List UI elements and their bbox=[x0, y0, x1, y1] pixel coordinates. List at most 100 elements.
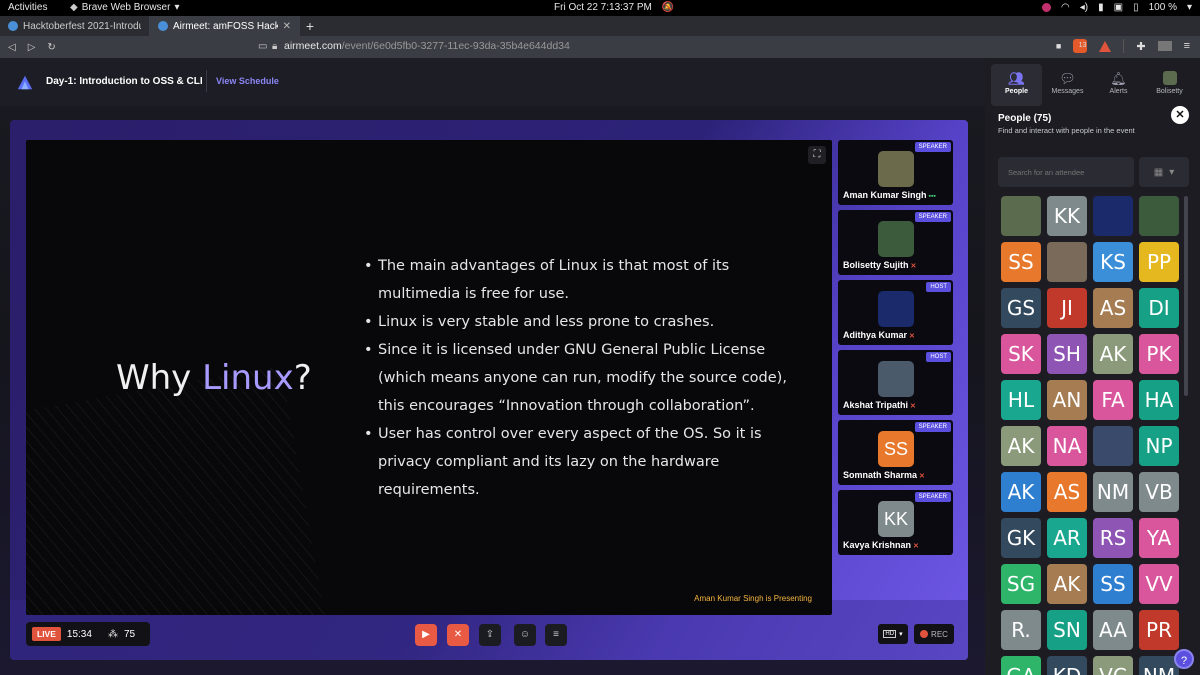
settings-button[interactable]: ≡ bbox=[545, 624, 567, 646]
brave-rewards-icon[interactable] bbox=[1099, 40, 1112, 52]
attendee-avatar[interactable]: SS bbox=[1001, 242, 1041, 282]
record-button[interactable]: REC bbox=[914, 624, 954, 644]
extensions-icon[interactable]: ✚ bbox=[1136, 40, 1145, 53]
attendee-avatar[interactable]: AS bbox=[1093, 288, 1133, 328]
attendee-avatar[interactable]: HA bbox=[1139, 380, 1179, 420]
speaker-tile[interactable]: SPEAKER Bolisetty Sujith ✕ bbox=[838, 210, 953, 275]
speaker-tile[interactable]: HOST Akshat Tripathi ✕ bbox=[838, 350, 953, 415]
new-tab-button[interactable]: + bbox=[300, 16, 320, 36]
menu-icon[interactable]: ≡ bbox=[1184, 40, 1190, 52]
attendee-search-input[interactable] bbox=[998, 157, 1134, 187]
speaker-tile[interactable]: SPEAKER KK Kavya Krishnan ✕ bbox=[838, 490, 953, 555]
mic-off-button[interactable]: ✕ bbox=[447, 624, 469, 646]
attendee-avatar[interactable]: VC bbox=[1093, 656, 1133, 675]
share-screen-button[interactable]: ⇪ bbox=[479, 624, 501, 646]
attendee-avatar[interactable]: PP bbox=[1139, 242, 1179, 282]
people-icon: 👥︎ bbox=[1008, 71, 1025, 86]
attendee-avatar[interactable]: VV bbox=[1139, 564, 1179, 604]
profile-avatar[interactable] bbox=[1157, 41, 1172, 51]
attendee-avatar[interactable]: R. bbox=[1001, 610, 1041, 650]
tab-messages[interactable]: 💬︎ Messages bbox=[1042, 64, 1093, 106]
attendee-avatar[interactable]: GK bbox=[1001, 518, 1041, 558]
view-schedule-link[interactable]: View Schedule bbox=[216, 76, 279, 86]
help-icon[interactable]: ? bbox=[1174, 649, 1194, 669]
clock[interactable]: Fri Oct 22 7:13:37 PM 🔕 bbox=[554, 2, 674, 13]
attendee-avatar[interactable]: SN bbox=[1047, 610, 1087, 650]
attendee-avatar[interactable]: SH bbox=[1047, 334, 1087, 374]
attendee-avatar[interactable]: DI bbox=[1139, 288, 1179, 328]
attendee-avatar[interactable]: KS bbox=[1093, 242, 1133, 282]
camera-icon[interactable]: ■ bbox=[1056, 41, 1061, 51]
audio-level-icon: ▪▪▪ bbox=[926, 193, 936, 200]
attendee-avatar[interactable]: VB bbox=[1139, 472, 1179, 512]
avatar: SS bbox=[878, 431, 914, 467]
attendee-avatar[interactable] bbox=[1139, 196, 1179, 236]
attendee-avatar[interactable]: SS bbox=[1093, 564, 1133, 604]
tab-people[interactable]: 👥︎ People bbox=[991, 64, 1042, 106]
scrollbar[interactable] bbox=[1184, 196, 1188, 396]
browser-tab[interactable]: Airmeet: amFOSS Hackt ✕ bbox=[150, 16, 300, 36]
attendee-avatar[interactable] bbox=[1001, 196, 1041, 236]
camera-off-button[interactable]: ▶︎ bbox=[415, 624, 437, 646]
attendee-avatar[interactable]: AK bbox=[1001, 426, 1041, 466]
avatar: KK bbox=[878, 501, 914, 537]
attendee-avatar[interactable] bbox=[1047, 242, 1087, 282]
forward-icon[interactable]: ▷ bbox=[28, 42, 36, 53]
attendee-avatar[interactable]: AK bbox=[1047, 564, 1087, 604]
system-tray[interactable]: ◠ ◂) ▮ ▣ ▯ 100 % ▾ bbox=[1042, 2, 1192, 13]
attendee-avatar[interactable]: NM bbox=[1139, 656, 1179, 675]
slide-bullet-text: Linux is very stable and less prone to c… bbox=[378, 314, 715, 330]
close-icon[interactable]: ✕ bbox=[283, 21, 291, 32]
url-field[interactable]: airmeet.com/event/6e0d5fb0-3277-11ec-93d… bbox=[284, 40, 570, 52]
app-menu[interactable]: ◆ Brave Web Browser ▾ bbox=[70, 2, 179, 13]
attendee-avatar[interactable]: NP bbox=[1139, 426, 1179, 466]
attendee-avatar[interactable]: NM bbox=[1093, 472, 1133, 512]
attendee-avatar[interactable]: HL bbox=[1001, 380, 1041, 420]
attendee-avatar[interactable]: KD bbox=[1047, 656, 1087, 675]
attendee-avatar[interactable]: GA bbox=[1001, 656, 1041, 675]
speaker-name: Akshat Tripathi bbox=[843, 400, 909, 410]
attendee-avatar[interactable] bbox=[1093, 426, 1133, 466]
people-icon: ⁂ bbox=[107, 628, 118, 640]
attendee-avatar[interactable]: PR bbox=[1139, 610, 1179, 650]
activities-button[interactable]: Activities bbox=[8, 2, 47, 13]
reactions-button[interactable]: ☺ bbox=[514, 624, 536, 646]
attendee-avatar[interactable]: JI bbox=[1047, 288, 1087, 328]
attendee-avatar[interactable]: AK bbox=[1001, 472, 1041, 512]
attendee-avatar[interactable]: SK bbox=[1001, 334, 1041, 374]
speaker-tile[interactable]: SPEAKER Aman Kumar Singh ▪▪▪ bbox=[838, 140, 953, 205]
back-icon[interactable]: ◁ bbox=[8, 42, 16, 53]
attendee-avatar[interactable]: AR bbox=[1047, 518, 1087, 558]
role-badge: SPEAKER bbox=[914, 492, 951, 502]
attendee-avatar[interactable]: RS bbox=[1093, 518, 1133, 558]
attendee-avatar[interactable]: AN bbox=[1047, 380, 1087, 420]
tab-alerts[interactable]: 🔔︎ Alerts bbox=[1093, 64, 1144, 106]
view-toggle[interactable]: ▦ ▾ bbox=[1139, 157, 1189, 187]
close-icon[interactable]: ✕ bbox=[1171, 106, 1189, 124]
speaker-tile[interactable]: SPEAKER SS Somnath Sharma ✕ bbox=[838, 420, 953, 485]
bookmark-icon[interactable]: ▭ bbox=[258, 41, 267, 52]
attendee-avatar[interactable]: FA bbox=[1093, 380, 1133, 420]
quality-selector[interactable]: HD ▾ bbox=[878, 624, 908, 644]
attendee-avatar[interactable]: GS bbox=[1001, 288, 1041, 328]
attendee-avatar[interactable]: YA bbox=[1139, 518, 1179, 558]
attendee-avatar[interactable]: NA bbox=[1047, 426, 1087, 466]
avatar bbox=[878, 221, 914, 257]
fullscreen-icon[interactable]: ⛶ bbox=[808, 146, 826, 164]
attendee-avatar[interactable]: KK bbox=[1047, 196, 1087, 236]
chevron-down-icon: ▾ bbox=[899, 631, 903, 638]
attendee-avatar[interactable]: PK bbox=[1139, 334, 1179, 374]
live-badge: LIVE bbox=[32, 627, 61, 641]
slide-title-prefix: Why bbox=[116, 358, 203, 398]
attendee-avatar[interactable]: AK bbox=[1093, 334, 1133, 374]
attendee-avatar[interactable]: AA bbox=[1093, 610, 1133, 650]
browser-tab[interactable]: Hacktoberfest 2021-Introduc bbox=[0, 16, 150, 36]
speaker-tile[interactable]: HOST Adithya Kumar ✕ bbox=[838, 280, 953, 345]
favicon-icon bbox=[8, 21, 18, 31]
attendee-avatar[interactable] bbox=[1093, 196, 1133, 236]
attendee-avatar[interactable]: AS bbox=[1047, 472, 1087, 512]
brave-shield-icon[interactable]: 13 bbox=[1073, 39, 1088, 53]
reload-icon[interactable]: ↻ bbox=[47, 42, 55, 53]
tab-profile[interactable]: Bolisetty bbox=[1144, 64, 1195, 106]
attendee-avatar[interactable]: SG bbox=[1001, 564, 1041, 604]
